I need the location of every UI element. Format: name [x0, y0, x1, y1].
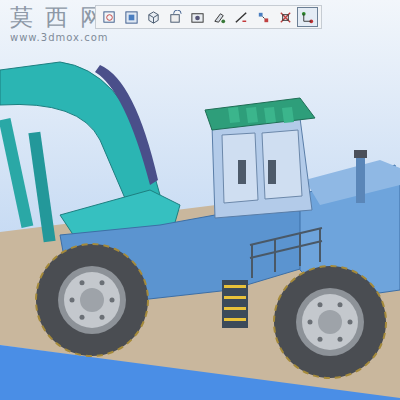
tool-button[interactable] — [231, 7, 252, 27]
tool-button[interactable] — [99, 7, 120, 27]
section-icon — [278, 10, 293, 25]
cad-viewport[interactable]: 莫西网www.3dmox.com — [0, 0, 400, 400]
tool-button[interactable] — [253, 7, 274, 27]
tool-button[interactable] — [121, 7, 142, 27]
tool-button[interactable] — [297, 7, 318, 27]
model-scene[interactable] — [0, 0, 400, 400]
camera-icon — [190, 10, 205, 25]
boom-arm — [0, 62, 180, 245]
view-cube-icon — [146, 10, 161, 25]
tool-button[interactable] — [165, 7, 186, 27]
front-wheel — [36, 244, 148, 356]
explode-icon — [256, 10, 271, 25]
zoom-window-icon — [124, 10, 139, 25]
rear-wheel — [274, 266, 386, 378]
tool-button[interactable] — [275, 7, 296, 27]
view-toolbar — [95, 5, 322, 29]
rotate-view-icon — [168, 10, 183, 25]
tool-button[interactable] — [143, 7, 164, 27]
link-icon — [300, 10, 315, 25]
paint-icon — [212, 10, 227, 25]
measure-icon — [234, 10, 249, 25]
tool-button[interactable] — [209, 7, 230, 27]
tool-button[interactable] — [187, 7, 208, 27]
watermark-url: www.3dmox.com — [10, 32, 115, 44]
cab — [205, 98, 315, 218]
zoom-fit-icon — [102, 10, 117, 25]
ladder — [222, 280, 248, 328]
